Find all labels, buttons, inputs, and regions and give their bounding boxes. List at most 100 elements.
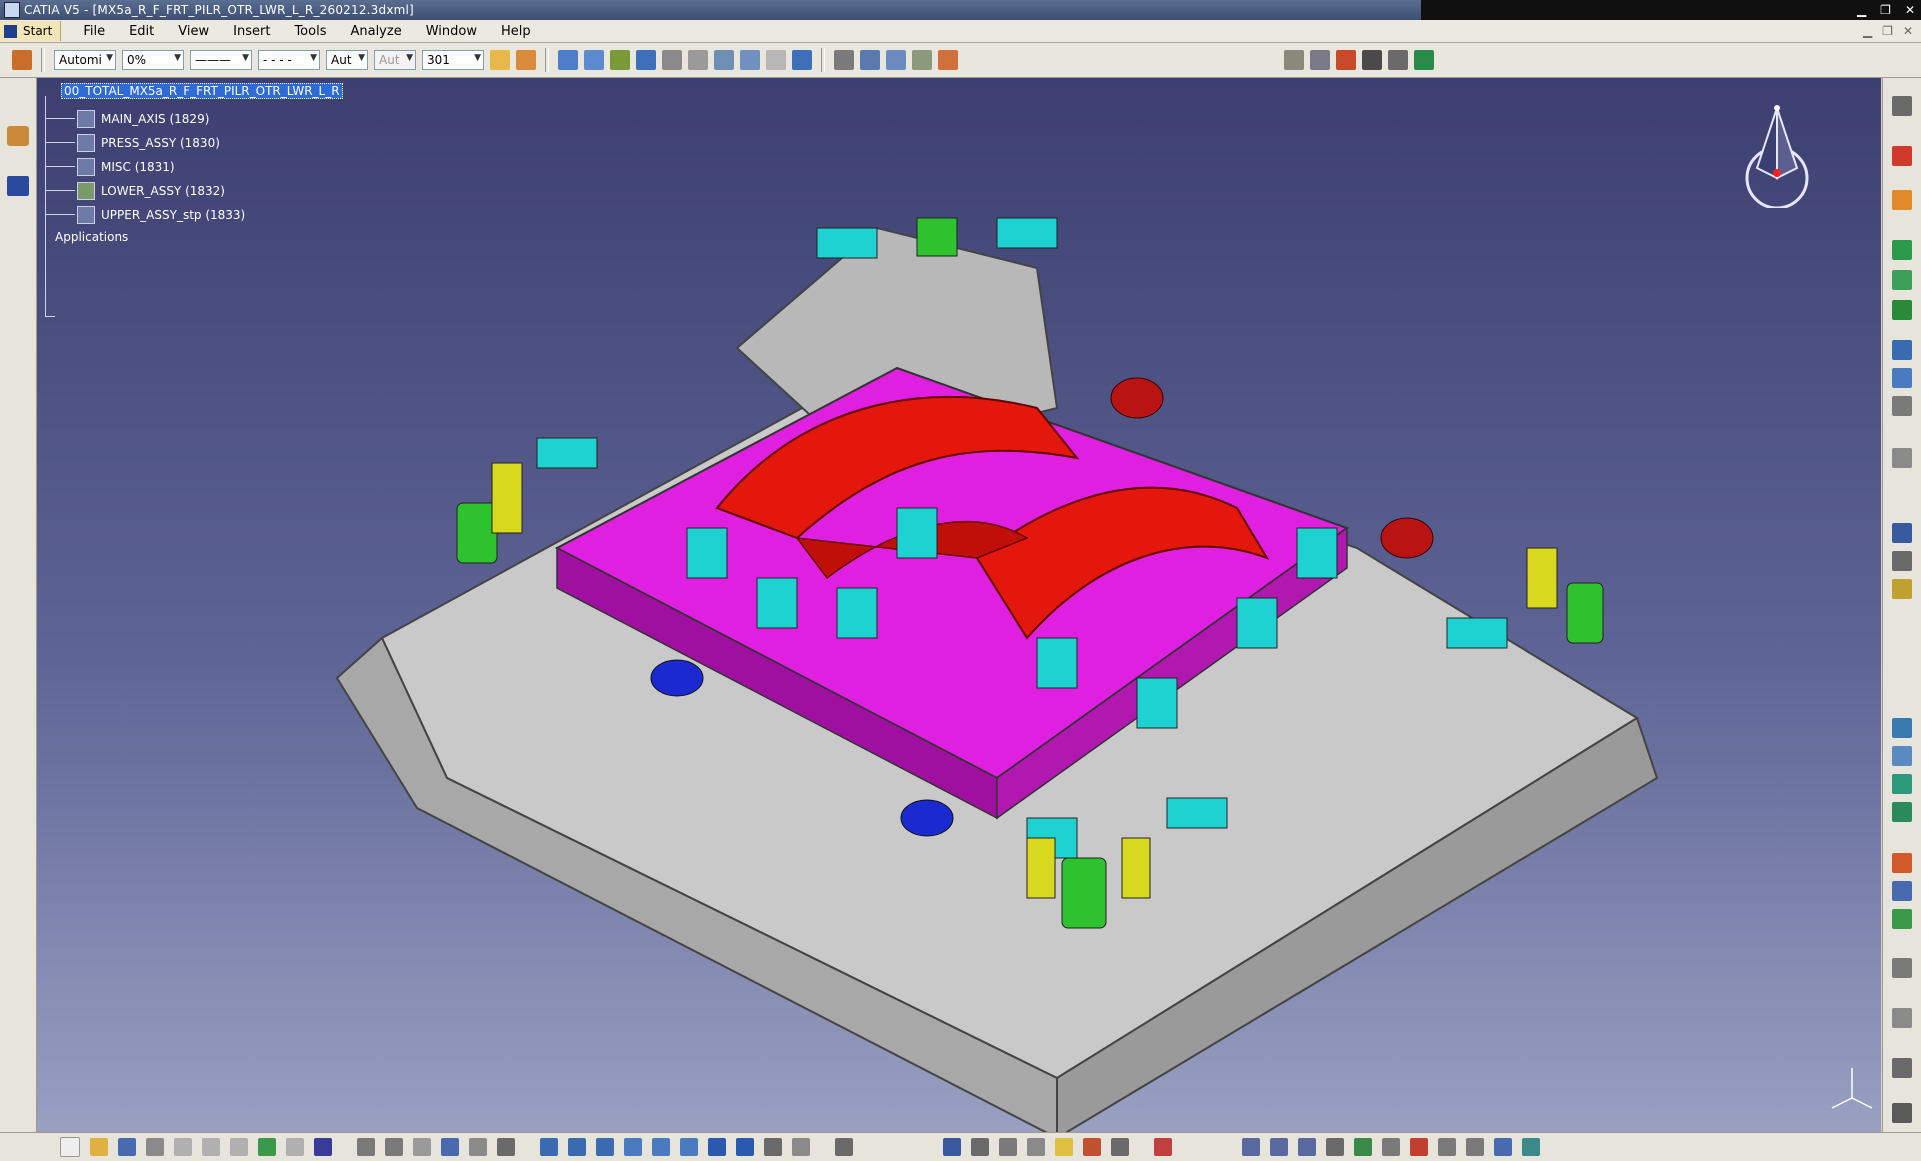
fly-mode-icon[interactable]	[558, 50, 578, 70]
pattern-icon[interactable]	[1522, 1138, 1540, 1156]
component-tool-icon[interactable]	[1270, 1138, 1288, 1156]
normal-view-icon[interactable]	[636, 50, 656, 70]
workbench-icon[interactable]	[12, 50, 32, 70]
normal-to-icon[interactable]	[680, 1138, 698, 1156]
3d-viewport[interactable]: 00_TOTAL_MX5a_R_F_FRT_PILR_OTR_LWR_L_R M…	[37, 78, 1881, 1132]
doc-minimize-icon[interactable]: ▁	[1863, 24, 1872, 38]
lock-icon[interactable]	[1892, 579, 1912, 599]
move-icon[interactable]	[943, 1138, 961, 1156]
camera-icon[interactable]	[1892, 1103, 1912, 1123]
update-icon[interactable]	[1892, 958, 1912, 978]
text-abc-icon[interactable]	[860, 50, 880, 70]
view-cube-icon[interactable]	[584, 50, 604, 70]
section-tool-icon[interactable]	[1111, 1138, 1129, 1156]
annotation-tool-icon[interactable]	[1055, 1138, 1073, 1156]
layer-combo[interactable]: Aut ▼	[326, 50, 368, 70]
bom-table-icon[interactable]	[1310, 50, 1330, 70]
brush-icon[interactable]	[516, 50, 536, 70]
bom-list-icon[interactable]	[1336, 50, 1356, 70]
grid-tool-icon[interactable]	[1154, 1138, 1172, 1156]
compare-icon[interactable]	[740, 50, 760, 70]
explode-tool-icon[interactable]	[1027, 1138, 1045, 1156]
rotate-icon[interactable]	[610, 50, 630, 70]
reuse-pattern-icon[interactable]	[1892, 1058, 1912, 1078]
insert-existing-icon[interactable]	[1892, 300, 1912, 320]
sketch-icon[interactable]	[7, 126, 29, 146]
offset-icon[interactable]	[1892, 802, 1912, 822]
help-icon[interactable]	[314, 1138, 332, 1156]
insert-part-icon[interactable]	[1892, 270, 1912, 290]
clash-icon[interactable]	[1892, 551, 1912, 571]
replace-component-icon[interactable]	[1892, 340, 1912, 360]
scene-icon[interactable]	[1382, 1138, 1400, 1156]
section-icon[interactable]	[662, 50, 682, 70]
tools-icon[interactable]	[497, 1138, 515, 1156]
constraint-tool-icon[interactable]	[971, 1138, 989, 1156]
reorder-icon[interactable]	[1892, 396, 1912, 416]
network-icon[interactable]	[1414, 50, 1434, 70]
hide-show-icon[interactable]	[764, 1138, 782, 1156]
save-icon[interactable]	[1362, 50, 1382, 70]
line-thickness-combo[interactable]: ——— ▼	[190, 50, 252, 70]
annotation-icon[interactable]	[834, 50, 854, 70]
balloon-icon[interactable]	[886, 50, 906, 70]
clash-tool-icon[interactable]	[1083, 1138, 1101, 1156]
bom-icon[interactable]	[1284, 50, 1304, 70]
pan-icon[interactable]	[540, 1138, 558, 1156]
select-icon[interactable]	[1892, 190, 1912, 210]
menu-window[interactable]: Window	[414, 24, 489, 39]
catalog-browser-icon[interactable]	[1438, 1138, 1456, 1156]
open-icon[interactable]	[90, 1138, 108, 1156]
fix-together-icon[interactable]	[1892, 909, 1912, 929]
part-tool-icon[interactable]	[1298, 1138, 1316, 1156]
shield-icon[interactable]	[912, 50, 932, 70]
start-menu[interactable]: Start	[0, 21, 62, 41]
manipulate-icon[interactable]	[1892, 448, 1912, 468]
doc-restore-icon[interactable]: ❐	[1882, 24, 1893, 38]
undo-icon[interactable]	[258, 1138, 276, 1156]
macro-icon[interactable]	[469, 1138, 487, 1156]
zoom-combo[interactable]: 301 ▼	[422, 50, 484, 70]
pdf-icon[interactable]	[1892, 146, 1912, 166]
iso-view-icon[interactable]	[708, 1138, 726, 1156]
menu-edit[interactable]: Edit	[117, 24, 166, 39]
knowledge-icon[interactable]	[413, 1138, 431, 1156]
publication-icon[interactable]	[1354, 1138, 1372, 1156]
menu-insert[interactable]: Insert	[221, 24, 282, 39]
link-tool-icon[interactable]	[1326, 1138, 1344, 1156]
gear-icon[interactable]	[1892, 96, 1912, 116]
cut-icon[interactable]	[174, 1138, 192, 1156]
constraint-icon[interactable]	[1892, 718, 1912, 738]
product-tool-icon[interactable]	[1242, 1138, 1260, 1156]
distance-icon[interactable]	[1892, 523, 1912, 543]
snap-icon[interactable]	[999, 1138, 1017, 1156]
explode-icon[interactable]	[792, 50, 812, 70]
doc-close-icon[interactable]: ✕	[1903, 24, 1913, 38]
save-management-icon[interactable]	[1494, 1138, 1512, 1156]
3d-model-fixture[interactable]	[37, 78, 1881, 1132]
formula-icon[interactable]	[357, 1138, 375, 1156]
swap-visible-icon[interactable]	[792, 1138, 810, 1156]
menu-file[interactable]: File	[71, 24, 117, 39]
redo-icon[interactable]	[286, 1138, 304, 1156]
fit-all-icon[interactable]	[568, 1138, 586, 1156]
swap-icon[interactable]	[766, 50, 786, 70]
coincidence-icon[interactable]	[1892, 746, 1912, 766]
color-combo[interactable]: Automi ▼	[54, 50, 116, 70]
paste-icon[interactable]	[230, 1138, 248, 1156]
transparency-combo[interactable]: 0% ▼	[122, 50, 184, 70]
new-icon[interactable]	[60, 1137, 80, 1157]
painter-icon[interactable]	[490, 50, 510, 70]
insert-product-icon[interactable]	[1892, 240, 1912, 260]
plane-icon[interactable]	[7, 176, 29, 196]
measure-icon[interactable]	[688, 50, 708, 70]
menu-view[interactable]: View	[166, 24, 221, 39]
close-icon[interactable]: ✕	[1905, 3, 1915, 17]
menu-tools[interactable]: Tools	[282, 24, 338, 39]
snapshot-icon[interactable]	[714, 50, 734, 70]
flexible-icon[interactable]	[1892, 1008, 1912, 1028]
rotate-view-icon[interactable]	[596, 1138, 614, 1156]
measure-between-icon[interactable]	[835, 1138, 853, 1156]
zoom-in-icon[interactable]	[624, 1138, 642, 1156]
print-icon[interactable]	[146, 1138, 164, 1156]
